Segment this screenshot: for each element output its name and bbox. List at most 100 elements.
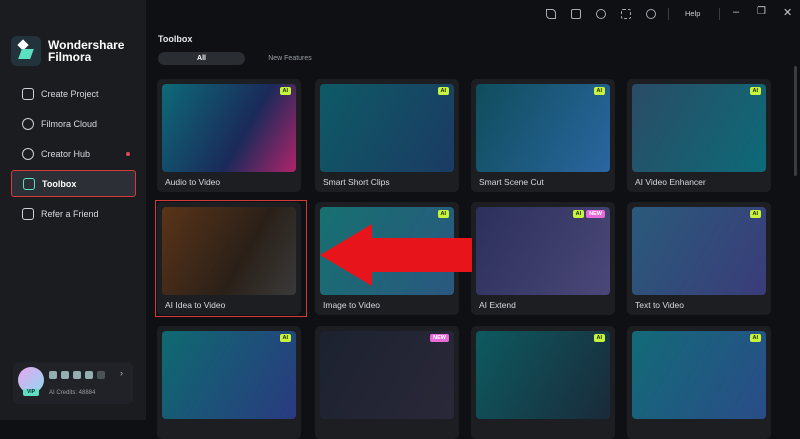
tool-card[interactable]: AI NEW AI Extend bbox=[471, 202, 615, 315]
ai-badge: AI bbox=[749, 87, 761, 95]
tab-all[interactable]: All bbox=[158, 52, 245, 65]
ai-badge: AI bbox=[749, 210, 761, 218]
user-panel[interactable]: VIP › AI Credits: 48884 bbox=[13, 362, 133, 404]
send-icon[interactable] bbox=[546, 9, 556, 19]
tool-thumbnail bbox=[632, 84, 766, 172]
lightbulb-icon bbox=[22, 147, 34, 160]
restore-icon[interactable]: ❐ bbox=[757, 6, 766, 17]
ai-badge: AI bbox=[437, 87, 449, 95]
new-badge: NEW bbox=[430, 334, 449, 342]
chevron-right-icon[interactable]: › bbox=[120, 368, 123, 378]
gem-icon bbox=[85, 371, 93, 379]
tool-thumbnail bbox=[632, 331, 766, 419]
app-name: Wondershare Filmora bbox=[48, 38, 125, 64]
ai-badge: AI bbox=[572, 210, 585, 218]
sidebar-item-label: Toolbox bbox=[42, 178, 77, 189]
tool-label: Smart Scene Cut bbox=[479, 177, 544, 187]
tool-card[interactable]: AI bbox=[471, 326, 615, 439]
sidebar-nav: Create Project Filmora Cloud Creator Hub… bbox=[11, 80, 136, 230]
tool-card[interactable]: AI Smart Scene Cut bbox=[471, 79, 615, 192]
sidebar-item-toolbox[interactable]: Toolbox bbox=[11, 170, 136, 197]
ai-badge: AI bbox=[593, 87, 605, 95]
close-icon[interactable]: ✕ bbox=[783, 6, 792, 19]
ai-badge: AI bbox=[749, 334, 761, 342]
headset-icon[interactable] bbox=[646, 9, 656, 19]
tool-card[interactable]: AI Audio to Video bbox=[157, 79, 301, 192]
title-bar: Help – ❐ ✕ bbox=[146, 0, 800, 28]
sidebar-item-label: Creator Hub bbox=[41, 148, 91, 159]
notification-dot bbox=[126, 151, 130, 156]
tool-label: Image to Video bbox=[323, 300, 381, 310]
tool-label: Audio to Video bbox=[165, 177, 221, 187]
divider bbox=[668, 8, 669, 20]
divider bbox=[719, 8, 720, 20]
tool-label: AI Video Enhancer bbox=[635, 177, 706, 187]
tool-card[interactable]: AI bbox=[157, 326, 301, 439]
toolbox-icon bbox=[23, 177, 35, 190]
filmora-logo-icon bbox=[11, 36, 41, 66]
badges: AI bbox=[749, 334, 761, 342]
badges: AI bbox=[437, 210, 449, 218]
badges: AI bbox=[593, 334, 605, 342]
grid-icon[interactable] bbox=[621, 9, 631, 19]
tool-thumbnail bbox=[476, 331, 610, 419]
tool-label: AI Extend bbox=[479, 300, 516, 310]
minimize-icon[interactable]: – bbox=[733, 6, 739, 18]
gem-icon bbox=[61, 371, 69, 379]
help-button[interactable]: Help bbox=[685, 9, 700, 18]
tool-card[interactable]: AI Smart Short Clips bbox=[315, 79, 459, 192]
ai-credits: AI Credits: 48884 bbox=[49, 390, 96, 396]
badges: AI bbox=[749, 210, 761, 218]
tool-thumbnail bbox=[162, 331, 296, 419]
scrollbar[interactable] bbox=[794, 66, 797, 176]
page-title: Toolbox bbox=[158, 34, 193, 44]
notes-icon[interactable] bbox=[571, 9, 581, 19]
tool-label: Smart Short Clips bbox=[323, 177, 390, 187]
filter-tabs: All New Features bbox=[158, 52, 334, 65]
tool-thumbnail bbox=[476, 207, 610, 295]
tool-thumbnail bbox=[320, 84, 454, 172]
ai-badge: AI bbox=[279, 87, 291, 95]
ai-badge: AI bbox=[279, 334, 291, 342]
gem-icon bbox=[73, 371, 81, 379]
sidebar-item-create-project[interactable]: Create Project bbox=[11, 80, 136, 107]
tool-thumbnail bbox=[632, 207, 766, 295]
badges: AI bbox=[279, 87, 291, 95]
tab-new-features[interactable]: New Features bbox=[246, 52, 334, 65]
sidebar: Wondershare Filmora Create Project Filmo… bbox=[0, 0, 146, 420]
ai-badge: AI bbox=[593, 334, 605, 342]
vip-badge: VIP bbox=[23, 389, 39, 396]
new-badge: NEW bbox=[586, 210, 605, 218]
badges: AI bbox=[593, 87, 605, 95]
badges: AI bbox=[279, 334, 291, 342]
gift-icon bbox=[22, 207, 34, 220]
tool-card[interactable]: AI Text to Video bbox=[627, 202, 771, 315]
sidebar-item-refer-a-friend[interactable]: Refer a Friend bbox=[11, 200, 136, 227]
create-project-icon bbox=[22, 87, 34, 100]
tool-thumbnail bbox=[320, 331, 454, 419]
badges: AI NEW bbox=[572, 210, 605, 218]
tool-thumbnail bbox=[162, 84, 296, 172]
ai-badge: AI bbox=[437, 210, 449, 218]
app-logo: Wondershare Filmora bbox=[11, 36, 128, 66]
tool-label: Text to Video bbox=[635, 300, 684, 310]
tool-card[interactable]: AI AI Video Enhancer bbox=[627, 79, 771, 192]
sidebar-item-label: Refer a Friend bbox=[41, 208, 99, 219]
badges: AI bbox=[437, 87, 449, 95]
cloud-upload-icon[interactable] bbox=[596, 9, 606, 19]
gem-icon bbox=[49, 371, 57, 379]
gem-icon bbox=[97, 371, 105, 379]
tool-thumbnail bbox=[476, 84, 610, 172]
cloud-icon bbox=[22, 117, 34, 130]
badges: NEW bbox=[430, 334, 449, 342]
credit-icons bbox=[49, 371, 105, 379]
sidebar-item-label: Create Project bbox=[41, 88, 99, 99]
sidebar-item-label: Filmora Cloud bbox=[41, 118, 98, 129]
badges: AI bbox=[749, 87, 761, 95]
highlight-box bbox=[155, 200, 307, 317]
tool-card[interactable]: NEW bbox=[315, 326, 459, 439]
sidebar-item-filmora-cloud[interactable]: Filmora Cloud bbox=[11, 110, 136, 137]
red-arrow-annotation bbox=[320, 224, 472, 286]
sidebar-item-creator-hub[interactable]: Creator Hub bbox=[11, 140, 136, 167]
tool-card[interactable]: AI bbox=[627, 326, 771, 439]
